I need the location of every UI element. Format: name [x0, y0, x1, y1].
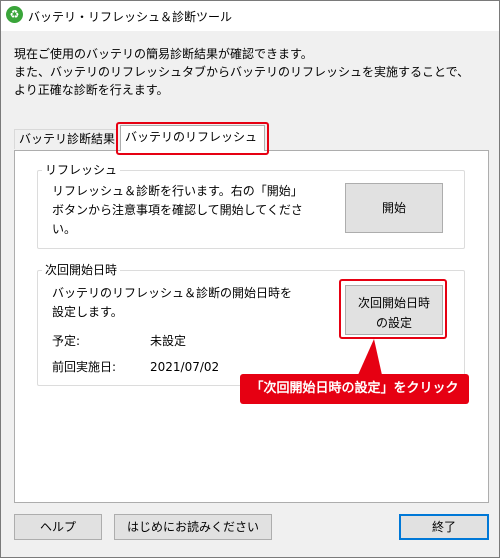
last-run-label: 前回実施日: [52, 360, 117, 374]
refresh-description-line: ボタンから注意事項を確認して開始してくださ [52, 203, 303, 217]
intro-line: より正確な診断を行えます。 [14, 83, 169, 97]
refresh-description: リフレッシュ＆診断を行います。右の「開始」 ボタンから注意事項を確認して開始して… [52, 182, 303, 239]
callout-text: 「次回開始日時の設定」をクリック [250, 381, 459, 396]
tab-strip: バッテリ診断結果 バッテリのリフレッシュ [14, 125, 490, 151]
refresh-group: リフレッシュ リフレッシュ＆診断を行います。右の「開始」 ボタンから注意事項を確… [37, 162, 465, 249]
instruction-callout: 「次回開始日時の設定」をクリック [240, 374, 469, 404]
intro-text: 現在ご使用のバッテリの簡易診断結果が確認できます。 また、バッテリのリフレッシュ… [14, 45, 490, 99]
schedule-group-legend: 次回開始日時 [42, 262, 121, 278]
tab-battery-refresh[interactable]: バッテリのリフレッシュ [120, 125, 265, 151]
set-next-start-label-line: 次回開始日時 [357, 295, 430, 310]
start-button[interactable]: 開始 [345, 183, 443, 233]
intro-line: 現在ご使用のバッテリの簡易診断結果が確認できます。 [14, 47, 313, 61]
last-run-value: 2021/07/02 [150, 360, 220, 374]
planned-label: 予定: [52, 334, 81, 348]
window-title: バッテリ・リフレッシュ＆診断ツール [28, 10, 233, 24]
battery-tool-icon: ♻ [6, 6, 23, 23]
tab-battery-diagnosis[interactable]: バッテリ診断結果 [14, 129, 118, 149]
schedule-description: バッテリのリフレッシュ＆診断の開始日時を 設定します。 [52, 284, 292, 322]
title-bar[interactable]: ♻ バッテリ・リフレッシュ＆診断ツール [1, 1, 499, 31]
help-button[interactable]: ヘルプ [14, 514, 102, 540]
callout-pointer-icon [358, 339, 382, 375]
refresh-tab-panel: リフレッシュ リフレッシュ＆診断を行います。右の「開始」 ボタンから注意事項を確… [14, 150, 489, 503]
readme-button[interactable]: はじめにお読みください [114, 514, 272, 540]
refresh-description-line: リフレッシュ＆診断を行います。右の「開始」 [52, 184, 303, 198]
planned-value: 未設定 [150, 334, 187, 348]
schedule-group: 次回開始日時 バッテリのリフレッシュ＆診断の開始日時を 設定します。 予定: 未… [37, 262, 465, 386]
intro-line: また、バッテリのリフレッシュタブからバッテリのリフレッシュを実施することで、 [14, 65, 470, 79]
refresh-description-line: い。 [52, 222, 77, 236]
refresh-group-legend: リフレッシュ [42, 162, 121, 178]
close-button[interactable]: 終了 [399, 514, 489, 540]
set-next-start-label-line: の設定 [375, 315, 412, 330]
schedule-description-line: バッテリのリフレッシュ＆診断の開始日時を [52, 286, 293, 300]
app-window: ♻ バッテリ・リフレッシュ＆診断ツール 現在ご使用のバッテリの簡易診断結果が確認… [0, 0, 500, 558]
schedule-description-line: 設定します。 [52, 305, 123, 319]
set-next-start-button[interactable]: 次回開始日時 の設定 [345, 285, 443, 335]
